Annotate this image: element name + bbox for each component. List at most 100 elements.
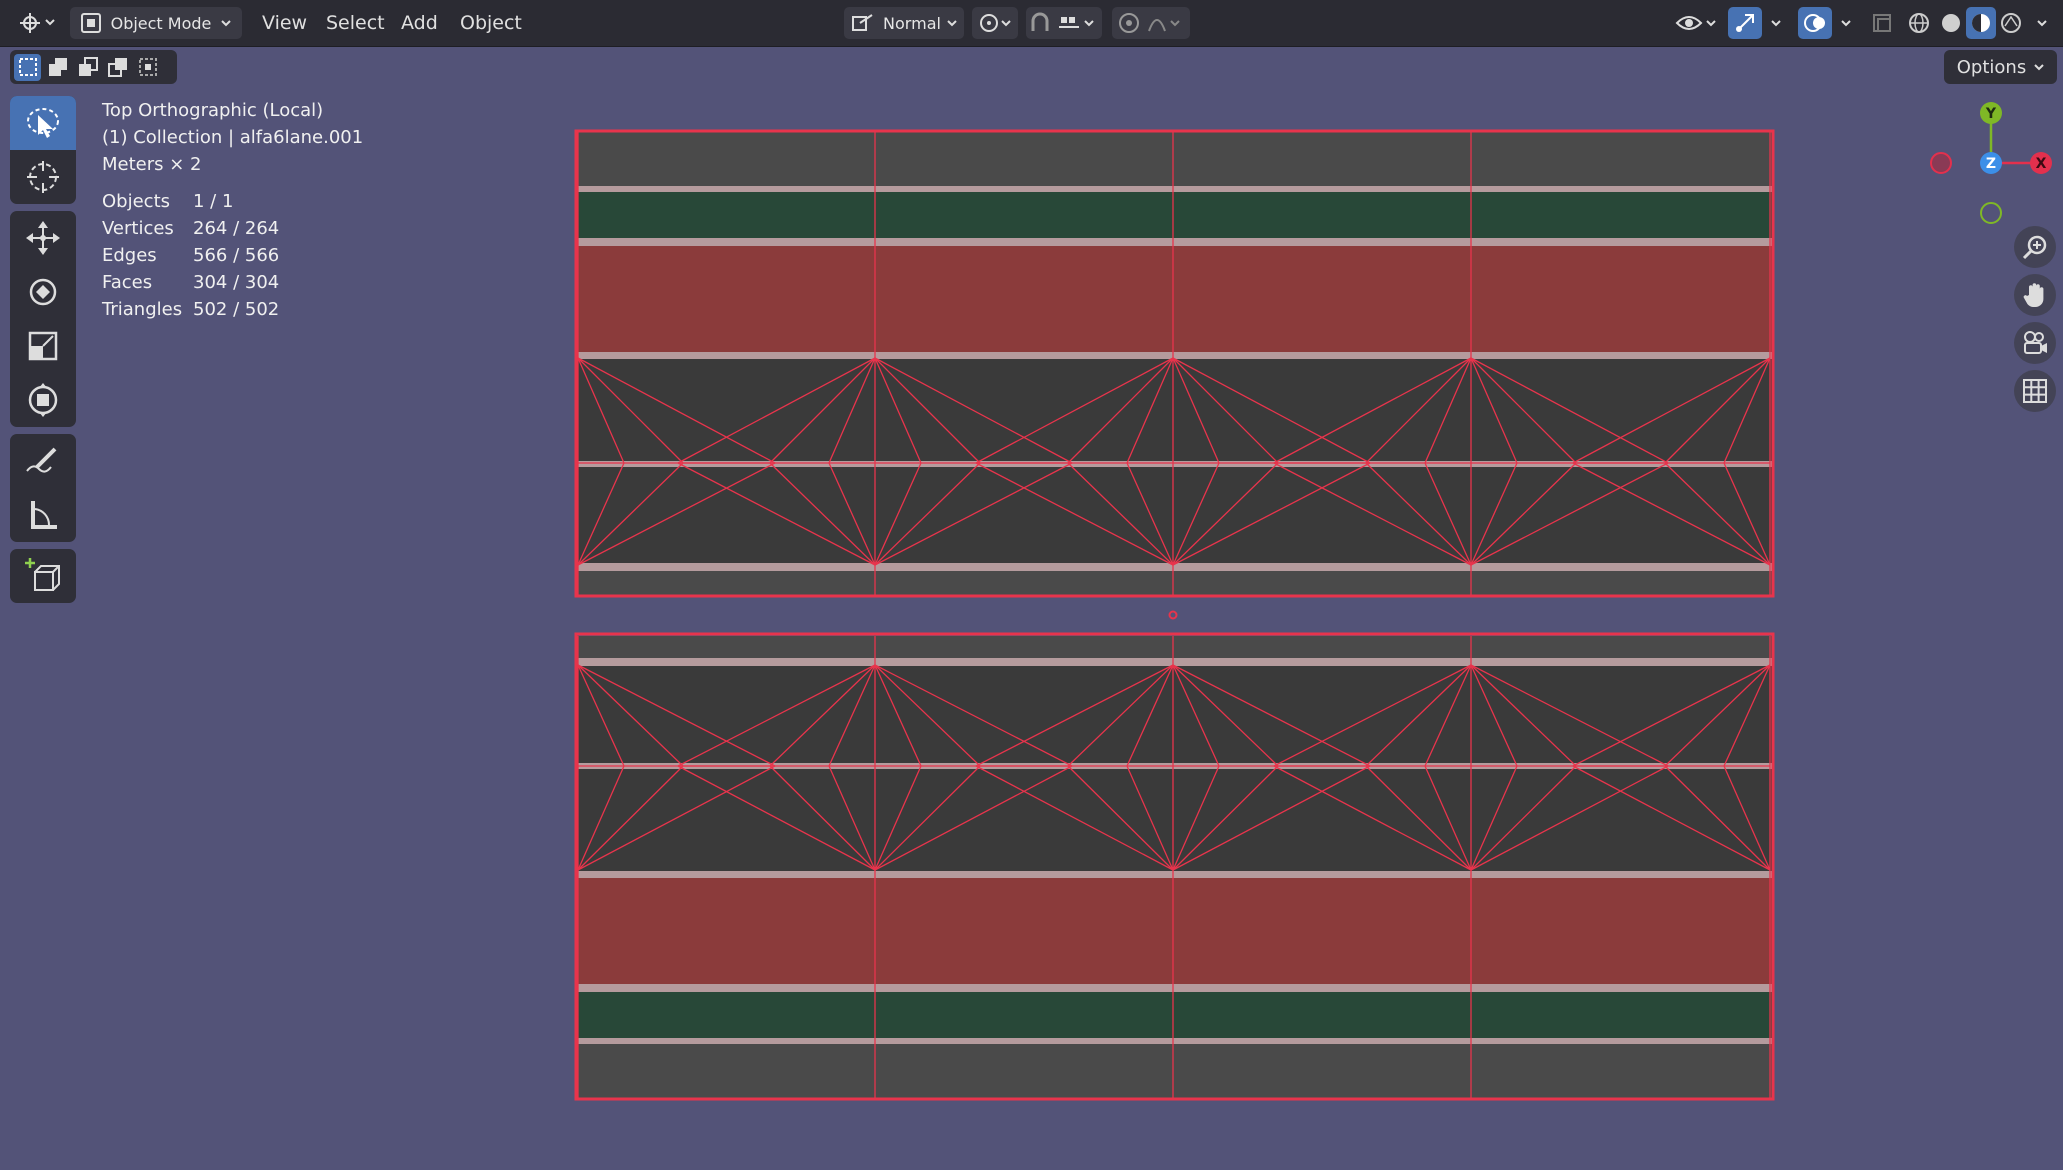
pivot-dropdown[interactable]: [972, 7, 1018, 39]
selection-outline-lower: [574, 632, 1775, 1101]
menu-select[interactable]: Select: [326, 7, 385, 39]
stat-label: Vertices: [102, 218, 174, 239]
wireframe-lower: [577, 636, 1771, 1098]
wire-edge: [975, 664, 1174, 767]
wire-edge: [1126, 462, 1174, 566]
wire-edge: [874, 765, 922, 871]
wire-edge: [577, 765, 684, 871]
select-intersect-button[interactable]: [134, 54, 161, 81]
shading-wireframe-button[interactable]: [1904, 7, 1934, 39]
wire-edge: [1067, 664, 1174, 767]
gizmo-neg-y[interactable]: [1980, 202, 2002, 224]
stat-row: Vertices 264 / 264: [102, 215, 363, 242]
wire-edge: [1572, 765, 1771, 871]
proportional-edit-toggle[interactable]: [1112, 7, 1190, 39]
mode-dropdown[interactable]: Object Mode: [70, 7, 242, 39]
road-mesh-lower[interactable]: [578, 636, 1772, 1098]
stat-label: Objects: [102, 191, 171, 212]
chevron-down-icon: [2034, 64, 2044, 71]
shading-rendered-button[interactable]: [1996, 7, 2026, 39]
wire-edge: [1172, 357, 1220, 464]
shading-solid-button[interactable]: [1936, 7, 1966, 39]
tool-scale[interactable]: [10, 319, 76, 373]
tool-move[interactable]: [10, 211, 76, 265]
tool-add-cube[interactable]: [10, 549, 76, 603]
move-icon: [26, 221, 60, 255]
proportional-edit-icon: [1119, 13, 1180, 33]
tool-select-box[interactable]: [10, 96, 76, 150]
wire-edge: [677, 664, 876, 767]
select-extend-button[interactable]: [44, 54, 71, 81]
add-cube-icon: [25, 558, 60, 591]
stat-row: Triangles 502 / 502: [102, 296, 363, 323]
stat-label: Faces: [102, 272, 153, 293]
gizmo-y-label: Y: [1985, 106, 1997, 122]
menu-view[interactable]: View: [262, 7, 307, 39]
select-invert-icon: [107, 58, 127, 77]
pan-button[interactable]: [2014, 274, 2056, 316]
view-name: Top Orthographic (Local): [102, 100, 324, 121]
gizmo-z-label: Z: [1986, 156, 1996, 172]
stat-value: 1 / 1: [193, 191, 234, 212]
scene-statistics: Objects 1 / 1 Vertices 264 / 264 Edges 566 …: [102, 188, 363, 323]
stat-value: 304 / 304: [193, 272, 280, 293]
navigation-gizmo[interactable]: Y X Z: [1923, 100, 2063, 230]
select-extend-icon: [48, 58, 67, 76]
collection-name: (1) Collection | alfa6lane.001: [102, 127, 364, 148]
stat-value: 502 / 502: [193, 299, 280, 320]
visibility-dropdown[interactable]: [1672, 7, 1722, 39]
wire-edge: [1470, 462, 1518, 566]
tool-measure[interactable]: [10, 488, 76, 542]
select-invert-button[interactable]: [104, 54, 131, 81]
wireframe-upper: [577, 132, 1771, 595]
wire-edge: [1273, 462, 1472, 566]
orientation-icon: [852, 14, 873, 31]
wire-edge: [577, 664, 776, 767]
selection-outline-upper: [574, 129, 1775, 598]
wire-edge: [1172, 664, 1220, 767]
wire-edge: [828, 765, 876, 871]
options-dropdown[interactable]: Options: [1944, 50, 2057, 84]
editor-type-button[interactable]: [14, 7, 60, 39]
menu-add[interactable]: Add: [401, 7, 438, 39]
wire-edge: [1470, 765, 1669, 871]
gizmo-neg-x[interactable]: [1930, 152, 1952, 174]
wire-edge: [1470, 357, 1577, 464]
select-subtract-button[interactable]: [74, 54, 101, 81]
overlay-toggle[interactable]: [1798, 7, 1832, 39]
tool-annotate[interactable]: [10, 434, 76, 488]
wire-edge: [1126, 765, 1174, 871]
wire-edge: [1126, 357, 1174, 464]
wire-edge: [1365, 357, 1472, 464]
object-mode-icon: [80, 13, 101, 33]
gizmo-dropdown[interactable]: [1764, 7, 1788, 39]
gizmo-toggle[interactable]: [1728, 7, 1762, 39]
toggle-view-grid-button[interactable]: [2014, 370, 2056, 412]
menu-object[interactable]: Object: [460, 7, 522, 39]
shading-dropdown[interactable]: [2030, 7, 2054, 39]
measure-icon: [31, 501, 57, 529]
wire-edge: [1424, 765, 1472, 871]
wire-edge: [577, 462, 625, 566]
wire-edge: [1424, 664, 1472, 767]
wire-edge: [874, 664, 922, 767]
transform-icon: [28, 383, 58, 417]
zoom-button[interactable]: [2014, 226, 2056, 268]
wire-edge: [769, 664, 876, 767]
snap-toggle[interactable]: [1026, 7, 1102, 39]
camera-view-button[interactable]: [2014, 322, 2056, 364]
tool-rotate[interactable]: [10, 265, 76, 319]
transform-orientation-dropdown[interactable]: Normal: [844, 7, 964, 39]
shading-material-button[interactable]: [1966, 7, 1996, 39]
wire-edge: [1067, 765, 1174, 871]
select-new-button[interactable]: [14, 53, 41, 81]
stat-row: Faces 304 / 304: [102, 269, 363, 296]
xray-toggle[interactable]: [1866, 7, 1898, 39]
road-mesh-upper[interactable]: [578, 132, 1772, 595]
wire-edge: [1470, 664, 1669, 767]
wire-edge: [1664, 462, 1771, 566]
wire-edge: [677, 462, 876, 566]
tool-cursor[interactable]: [10, 150, 76, 204]
overlay-dropdown[interactable]: [1834, 7, 1858, 39]
tool-transform[interactable]: [10, 373, 76, 427]
